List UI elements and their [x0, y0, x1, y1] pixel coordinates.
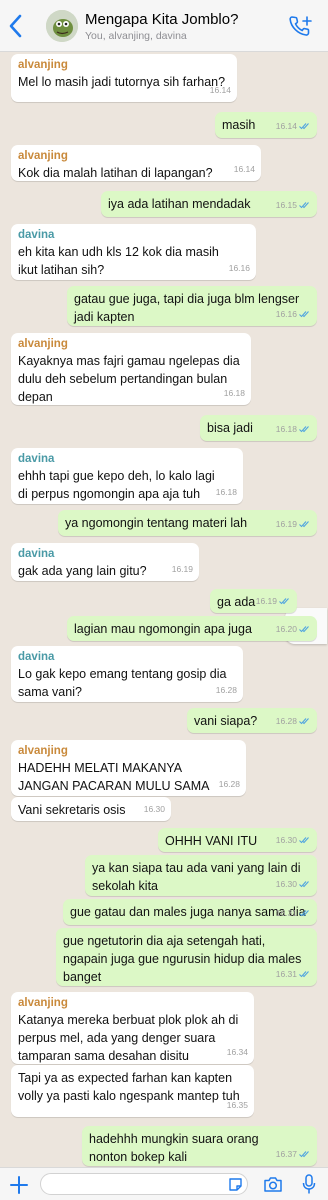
chat-header: Mengapa Kita Jomblo? You, alvanjing, dav…: [0, 0, 328, 52]
message-text: gue ngetutorin dia aja setengah hati, ng…: [63, 934, 302, 984]
message-time: 16.37: [275, 1149, 297, 1159]
message-time: 16.31: [275, 969, 297, 979]
message-time: 16.18: [275, 424, 297, 434]
sender-name: alvanjing: [18, 338, 68, 350]
message-bubble[interactable]: alvanjing Kok dia malah latihan di lapan…: [11, 145, 261, 181]
sender-name: alvanjing: [18, 997, 68, 1009]
message-bubble[interactable]: alvanjing Katanya mereka berbuat plok pl…: [11, 992, 254, 1064]
message-time: 16.28: [275, 716, 297, 726]
read-ticks-icon: [299, 426, 309, 433]
read-ticks-icon: [299, 971, 309, 978]
chat-participants[interactable]: You, alvanjing, davina: [85, 30, 187, 42]
message-time: 16.31: [275, 908, 297, 918]
message-time: 16.30: [275, 835, 297, 845]
message-text: gue gatau dan males juga nanya sama dia: [70, 905, 306, 919]
message-input[interactable]: [40, 1173, 248, 1195]
message-bubble[interactable]: ya ngomongin tentang materi lah 16.19: [58, 510, 317, 536]
message-text: Mel lo masih jadi tutornya sih farhan?: [18, 75, 226, 89]
message-time: 16.30: [275, 879, 297, 889]
sticker-icon[interactable]: [228, 1177, 243, 1192]
message-bubble[interactable]: davina Lo gak kepo emang tentang gosip d…: [11, 646, 243, 702]
plus-icon[interactable]: [9, 1175, 29, 1195]
message-time: 16.28: [215, 685, 237, 695]
sender-name: davina: [18, 651, 55, 663]
message-bubble[interactable]: Tapi ya as expected farhan kan kapten vo…: [11, 1065, 254, 1117]
add-call-icon[interactable]: [288, 14, 314, 38]
message-bubble[interactable]: ya kan siapa tau ada vani yang lain di s…: [85, 855, 317, 896]
read-ticks-icon: [299, 837, 309, 844]
read-ticks-icon: [299, 626, 309, 633]
message-bubble[interactable]: alvanjing HADEHH MELATI MAKANYA JANGAN P…: [11, 740, 246, 811]
camera-icon[interactable]: [263, 1176, 283, 1193]
message-time: 16.28: [218, 779, 240, 789]
sender-name: davina: [18, 453, 55, 465]
chat-title[interactable]: Mengapa Kita Jomblo?: [85, 11, 238, 28]
message-text: gak ada yang lain gitu?: [18, 564, 147, 578]
message-bubble[interactable]: hadehhh mungkin suara orang nonton bokep…: [82, 1126, 317, 1166]
message-list[interactable]: alvanjing Mel lo masih jadi tutornya sih…: [0, 52, 328, 1167]
message-text: Katanya mereka berbuat plok plok ah di p…: [18, 1013, 239, 1063]
message-time: 16.14: [233, 164, 255, 174]
message-time: 16.35: [226, 1100, 248, 1110]
message-bubble[interactable]: alvanjing Kayaknya mas fajri gamau ngele…: [11, 333, 251, 405]
message-bubble[interactable]: davina ehhh tapi gue kepo deh, lo kalo l…: [11, 448, 243, 504]
read-ticks-icon: [299, 881, 309, 888]
read-ticks-icon: [299, 718, 309, 725]
message-time: 16.18: [223, 388, 245, 398]
message-time: 16.20: [275, 624, 297, 634]
read-ticks-icon: [299, 311, 309, 318]
message-bubble[interactable]: davina gak ada yang lain gitu? 16.19: [11, 543, 199, 581]
composer-bar: [0, 1167, 328, 1200]
message-text: Tapi ya as expected farhan kan kapten vo…: [18, 1071, 240, 1103]
message-text: lagian mau ngomongin apa juga: [74, 622, 252, 636]
message-bubble[interactable]: gue ngetutorin dia aja setengah hati, ng…: [56, 928, 317, 986]
message-text: Lo gak kepo emang tentang gosip dia sama…: [18, 667, 227, 699]
microphone-icon[interactable]: [302, 1174, 316, 1195]
message-time: 16.15: [275, 200, 297, 210]
message-bubble[interactable]: masih 16.14: [215, 112, 317, 138]
read-ticks-icon: [279, 598, 289, 605]
chevron-left-icon[interactable]: [6, 12, 26, 40]
message-bubble[interactable]: vani siapa? 16.28: [187, 708, 317, 733]
message-time: 16.14: [209, 85, 231, 95]
read-ticks-icon: [299, 910, 309, 917]
read-ticks-icon: [299, 202, 309, 209]
message-time: 16.16: [275, 309, 297, 319]
message-text: Vani sekretaris osis: [18, 803, 126, 817]
read-ticks-icon: [299, 1151, 309, 1158]
sender-name: alvanjing: [18, 745, 68, 757]
message-time: 16.14: [275, 121, 297, 131]
message-text: Kayaknya mas fajri gamau ngelepas dia du…: [18, 354, 240, 404]
message-bubble[interactable]: iya ada latihan mendadak 16.15: [101, 191, 317, 217]
message-bubble[interactable]: gue gatau dan males juga nanya sama dia …: [63, 899, 317, 925]
message-time: 16.30: [143, 804, 165, 814]
sender-name: alvanjing: [18, 59, 68, 71]
message-time: 16.18: [215, 487, 237, 497]
message-bubble[interactable]: davina eh kita kan udh kls 12 kok dia ma…: [11, 224, 256, 280]
message-time: 16.19: [255, 596, 277, 606]
message-bubble[interactable]: OHHH VANI ITU 16.30: [158, 828, 317, 852]
read-ticks-icon: [299, 123, 309, 130]
message-time: 16.19: [275, 519, 297, 529]
read-ticks-icon: [299, 521, 309, 528]
message-time: 16.19: [171, 564, 193, 574]
sender-name: davina: [18, 229, 55, 241]
sender-name: alvanjing: [18, 150, 68, 162]
sender-name: davina: [18, 548, 55, 560]
message-text: eh kita kan udh kls 12 kok dia masih iku…: [18, 245, 219, 277]
message-text: ya ngomongin tentang materi lah: [65, 516, 248, 530]
message-time: 16.16: [228, 263, 250, 273]
message-bubble[interactable]: gatau gue juga, tapi dia juga blm lengse…: [67, 286, 317, 326]
message-bubble[interactable]: ga ada 16.19: [210, 589, 297, 613]
message-text: gatau gue juga, tapi dia juga blm lengse…: [74, 292, 300, 324]
message-bubble[interactable]: Vani sekretaris osis 16.30: [11, 797, 171, 821]
group-avatar[interactable]: [46, 10, 78, 42]
message-text: ehhh tapi gue kepo deh, lo kalo lagi di …: [18, 469, 215, 501]
message-bubble[interactable]: alvanjing Mel lo masih jadi tutornya sih…: [11, 54, 237, 102]
message-time: 16.34: [226, 1047, 248, 1057]
message-bubble[interactable]: bisa jadi 16.18: [200, 415, 317, 441]
message-bubble[interactable]: lagian mau ngomongin apa juga 16.20: [67, 616, 317, 641]
message-text: Kok dia malah latihan di lapangan?: [18, 166, 213, 180]
